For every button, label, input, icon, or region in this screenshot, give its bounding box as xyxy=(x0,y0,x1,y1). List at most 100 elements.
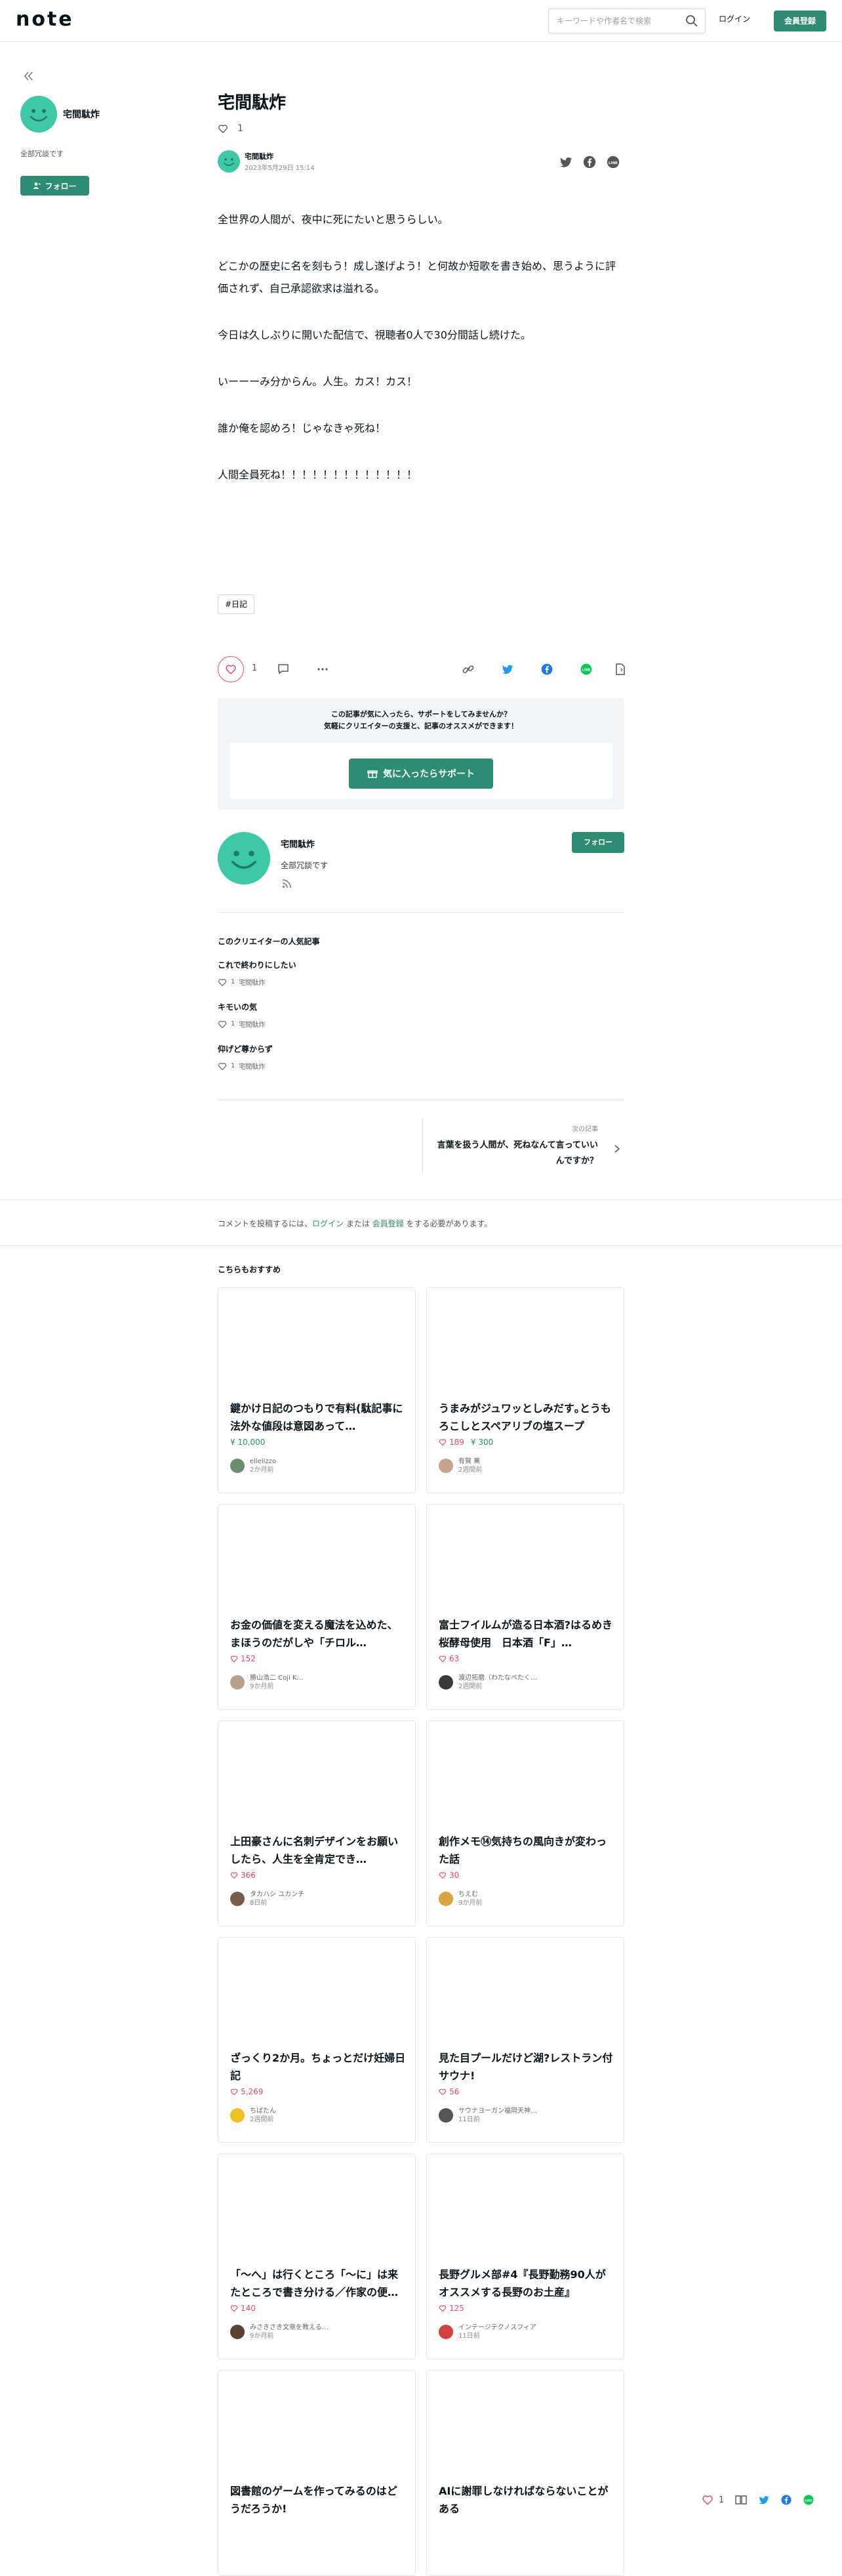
sidebar-follow-button[interactable]: フォロー xyxy=(20,176,89,196)
popular-item[interactable]: キモいの気 1 宅間駄炸 xyxy=(218,1001,480,1029)
line-share-icon[interactable]: LINE xyxy=(580,663,593,676)
card-title[interactable]: お金の価値を変える魔法を込めた、まほうのだがしや「チロル… xyxy=(230,1616,406,1652)
card-likes: 30 xyxy=(439,1871,459,1880)
login-link[interactable]: ログイン xyxy=(719,13,750,24)
next-article-link[interactable]: 次の記事 言葉を扱う人間が、死ねなんて言っていいんですか？ xyxy=(422,1118,624,1173)
comment-login-link[interactable]: ログイン xyxy=(312,1219,344,1228)
card-user[interactable]: ellelizzo 2か月前 xyxy=(230,1457,276,1474)
card-title[interactable]: 見た目プールだけど湖?レストラン付サウナ! xyxy=(439,2049,614,2085)
line-icon[interactable]: LINE xyxy=(606,155,620,169)
card-title[interactable]: AIに謝罪しなければならないことがある xyxy=(439,2482,614,2518)
card-user[interactable]: みさきさき文章を教える… 9か月前 xyxy=(230,2323,329,2340)
comment-signup-link[interactable]: 会員登録 xyxy=(372,1219,404,1228)
creator-name[interactable]: 宅間駄炸 xyxy=(281,837,315,850)
sidebar-creator-name[interactable]: 宅間駄炸 xyxy=(63,108,100,121)
magazine-icon[interactable] xyxy=(734,2493,748,2506)
recommend-card[interactable]: 長野グルメ部#4『長野勤務90人がオススメする長野のお土産』 125 インテージテク… xyxy=(426,2153,624,2359)
card-title[interactable]: 上田豪さんに名刺デザインをお願いしたら、人生を全肯定でき… xyxy=(230,1833,406,1868)
popular-item-likes: 1 xyxy=(231,978,235,986)
twitter-icon[interactable] xyxy=(559,155,573,169)
heart-icon xyxy=(230,1655,238,1663)
recommend-card[interactable]: 上田豪さんに名刺デザインをお願いしたら、人生を全肯定でき… 366 タカハシ ユカン… xyxy=(218,1720,416,1926)
card-title[interactable]: 長野グルメ部#4『長野勤務90人がオススメする長野のお土産』 xyxy=(439,2266,614,2301)
recommend-card[interactable]: 鍵かけ日記のつもりで有料(駄記事に法外な値段は意図あって… ¥ 10,000 ell… xyxy=(218,1287,416,1493)
signup-button[interactable]: 会員登録 xyxy=(774,10,826,31)
note-logo[interactable]: note xyxy=(16,9,74,30)
sidebar-avatar[interactable] xyxy=(20,96,57,133)
twitter-share-icon[interactable] xyxy=(501,663,514,676)
embed-icon[interactable] xyxy=(614,663,627,676)
card-title[interactable]: うまみがジュワッとしみだす｡とうもろこしとスペアリブの塩スープ xyxy=(439,1400,614,1435)
copy-link-icon[interactable] xyxy=(462,663,475,676)
article-like-summary[interactable]: 1 xyxy=(218,123,243,134)
heart-icon xyxy=(439,2088,447,2096)
card-user[interactable]: インテージテクノスフィア 11日前 xyxy=(439,2323,536,2340)
user-avatar xyxy=(230,2325,245,2339)
card-time: 11日前 xyxy=(458,2116,480,2123)
share-top-group: LINE xyxy=(559,155,620,169)
card-title[interactable]: 図書館のゲームを作ってみるのはどうだろうか! xyxy=(230,2482,406,2518)
recommend-card[interactable]: うまみがジュワッとしみだす｡とうもろこしとスペアリブの塩スープ 189 ¥ 300 有… xyxy=(426,1287,624,1493)
card-title[interactable]: ざっくり2か月。ちょっとだけ妊婦日記 xyxy=(230,2049,406,2085)
recommend-card[interactable]: AIに謝罪しなければならないことがある xyxy=(426,2370,624,2576)
heart-icon xyxy=(230,1871,238,1879)
rss-icon[interactable] xyxy=(282,879,291,888)
creator-follow-button[interactable]: フォロー xyxy=(572,832,624,853)
float-facebook-icon[interactable] xyxy=(780,2494,792,2506)
hashtag-link[interactable]: #日記 xyxy=(218,594,255,614)
popular-item-title[interactable]: キモいの気 xyxy=(218,1001,480,1012)
search-box[interactable] xyxy=(548,9,706,33)
author-name[interactable]: 宅間駄炸 xyxy=(245,151,273,161)
search-input[interactable] xyxy=(549,9,680,33)
facebook-share-icon[interactable] xyxy=(540,663,553,676)
heart-icon xyxy=(230,2088,238,2096)
recommend-card[interactable]: お金の価値を変える魔法を込めた、まほうのだがしや「チロル… 152 勝山浩二 Coj… xyxy=(218,1504,416,1710)
card-user[interactable]: 有賀 薫 2週間前 xyxy=(439,1457,482,1474)
like-button[interactable] xyxy=(218,656,244,682)
popular-item-title[interactable]: 仰げど尊からず xyxy=(218,1043,480,1054)
recommend-card[interactable]: 図書館のゲームを作ってみるのはどうだろうか! xyxy=(218,2370,416,2576)
author-avatar[interactable] xyxy=(218,150,240,173)
comment-suffix: をする必要があります。 xyxy=(403,1219,492,1228)
card-user[interactable]: ちばたん 2週間前 xyxy=(230,2107,276,2124)
float-like-count: 1 xyxy=(719,2495,725,2505)
heart-icon xyxy=(439,1655,447,1663)
card-title[interactable]: 富士フイルムが造る日本酒?はるめき桜酵母使用 日本酒「F」… xyxy=(439,1616,614,1652)
collapse-sidebar-icon[interactable] xyxy=(22,70,35,83)
support-line-1: この記事が気に入ったら、サポートをしてみませんか？ xyxy=(331,710,511,718)
card-likes: 152 xyxy=(230,1654,256,1663)
recommend-card[interactable]: 「～へ」は行くところ「～に」は来たところで書き分ける／作家の便… 140 みさきさき… xyxy=(218,2153,416,2359)
popular-item[interactable]: これで終わりにしたい 1 宅間駄炸 xyxy=(218,959,480,987)
card-user[interactable]: サウナヨーガン福岡天神… 11日前 xyxy=(439,2107,537,2124)
more-options-icon[interactable] xyxy=(316,663,329,676)
card-title[interactable]: 「～へ」は行くところ「～に」は来たところで書き分ける／作家の便… xyxy=(230,2266,406,2301)
svg-text:LINE: LINE xyxy=(582,669,591,673)
float-twitter-icon[interactable] xyxy=(758,2494,770,2506)
facebook-icon[interactable] xyxy=(582,155,597,169)
card-user[interactable]: 勝山浩二 Coji K… 9か月前 xyxy=(230,1674,304,1691)
card-likes-count: 152 xyxy=(241,1654,256,1663)
card-user[interactable]: ちえむ 9か月前 xyxy=(439,1890,482,1907)
popular-item-title[interactable]: これで終わりにしたい xyxy=(218,959,480,970)
recommend-card[interactable]: ざっくり2か月。ちょっとだけ妊婦日記 5,269 ちばたん 2週間前 xyxy=(218,1937,416,2143)
section-divider xyxy=(0,1245,842,1246)
card-likes: 56 xyxy=(439,2087,459,2096)
float-heart-icon[interactable] xyxy=(702,2494,713,2506)
heart-icon xyxy=(218,1062,226,1070)
recommend-card[interactable]: 創作メモ⑭気持ちの風向きが変わった話 30 ちえむ 9か月前 xyxy=(426,1720,624,1926)
card-user[interactable]: 渡辺拓磨（わたなべたく… 2週間前 xyxy=(439,1674,537,1691)
popular-item[interactable]: 仰げど尊からず 1 宅間駄炸 xyxy=(218,1043,480,1071)
recommend-card[interactable]: 富士フイルムが造る日本酒?はるめき桜酵母使用 日本酒「F」… 63 渡辺拓磨（わたな… xyxy=(426,1504,624,1710)
comment-icon[interactable] xyxy=(277,663,290,676)
next-article-title[interactable]: 言葉を扱う人間が、死ねなんて言っていいんですか？ xyxy=(434,1138,598,1169)
card-meta: 140 xyxy=(230,2304,256,2313)
float-line-icon[interactable]: LINE xyxy=(803,2494,814,2506)
search-icon[interactable] xyxy=(685,14,698,28)
card-user[interactable]: タカハシ ユカンチ 8日前 xyxy=(230,1890,304,1907)
recommend-card[interactable]: 見た目プールだけど湖?レストラン付サウナ! 56 サウナヨーガン福岡天神… 11日前 xyxy=(426,1937,624,2143)
support-line-2: 気軽にクリエイターの支援と、記事のオススメができます！ xyxy=(323,722,519,730)
creator-avatar[interactable] xyxy=(218,832,270,884)
support-button[interactable]: 気に入ったらサポート xyxy=(349,758,493,789)
card-title[interactable]: 鍵かけ日記のつもりで有料(駄記事に法外な値段は意図あって… xyxy=(230,1400,406,1435)
card-title[interactable]: 創作メモ⑭気持ちの風向きが変わった話 xyxy=(439,1833,614,1868)
